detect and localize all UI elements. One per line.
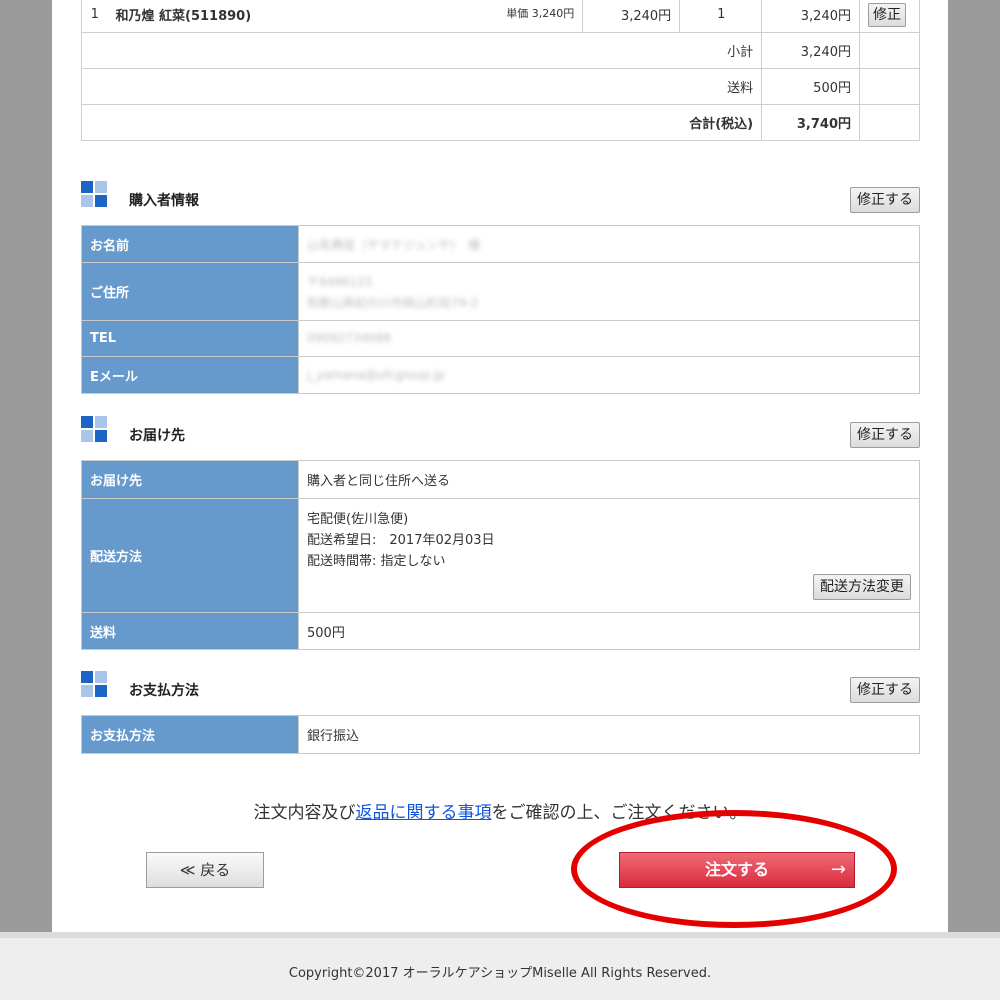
buyer-edit-button[interactable]: 修正する: [850, 187, 920, 213]
buyer-email-value: j_yamana@ufcgroup.jp: [307, 367, 445, 382]
cart-item-row: 1 和乃煌 紅菜(511890) 単価 3,240円 3,240円 1 3,24…: [81, 0, 920, 33]
item-edit-button[interactable]: 修正: [868, 2, 906, 27]
cart-table: 1 和乃煌 紅菜(511890) 単価 3,240円 3,240円 1 3,24…: [80, 0, 920, 141]
delivery-dest-value: 購入者と同じ住所へ送る: [298, 460, 920, 499]
delivery-section-header: お届け先 修正する: [81, 416, 920, 448]
arrow-right-icon: →: [830, 859, 846, 880]
delivery-table: お届け先 購入者と同じ住所へ送る 配送方法 宅配便(佐川急便) 配送希望日: 2…: [81, 460, 920, 650]
shipping-label: 送料: [80, 68, 763, 105]
delivery-edit-button[interactable]: 修正する: [850, 422, 920, 448]
buyer-row-name: お名前 山名典佳（ヤマナジュンヤ） 様: [81, 225, 920, 263]
payment-row: お支払方法 銀行振込: [81, 715, 920, 754]
buyer-section-header: 購入者情報 修正する: [81, 181, 920, 213]
copyright-text: Copyright©2017 オーラルケアショップMiselle All Rig…: [288, 966, 712, 981]
notice-prefix: 注文内容及び: [253, 803, 356, 823]
item-price: 3,240円: [582, 0, 681, 33]
buyer-section-title: 購入者情報: [129, 193, 199, 209]
item-qty: 1: [679, 0, 763, 33]
item-amount: 3,240円: [761, 0, 860, 33]
buyer-row-email: Eメール j_yamana@ufcgroup.jp: [81, 356, 920, 394]
delivery-time-line: 配送時間帯: 指定しない: [307, 554, 446, 569]
item-unit-price: 単価 3,240円: [476, 0, 584, 33]
subtotal-label: 小計: [80, 32, 763, 69]
buyer-table: お名前 山名典佳（ヤマナジュンヤ） 様 ご住所 〒6496125 和歌山県紀の川…: [81, 225, 920, 394]
delivery-date-line: 配送希望日: 2017年02月03日: [307, 533, 495, 548]
delivery-method-line: 宅配便(佐川急便): [307, 512, 409, 527]
payment-table: お支払方法 銀行振込: [81, 715, 920, 754]
buyer-postal-value: 〒6496125: [307, 274, 373, 289]
buyer-row-tel: TEL 09092734688: [81, 320, 920, 357]
subtotal-row: 小計 3,240円: [80, 32, 920, 69]
buyer-row-address: ご住所 〒6496125 和歌山県紀の川市桃山町段79-2: [81, 262, 920, 321]
delivery-fee-value: 500円: [298, 612, 920, 650]
item-index: 1: [81, 0, 108, 33]
payment-value: 銀行振込: [298, 715, 920, 754]
delivery-dest-label: お届け先: [81, 460, 299, 499]
total-row: 合計(税込) 3,740円: [80, 104, 920, 141]
item-name: 和乃煌 紅菜(511890): [107, 0, 477, 33]
back-button[interactable]: ≪ 戻る: [146, 852, 264, 888]
shipping-value: 500円: [761, 68, 860, 105]
delivery-row-method: 配送方法 宅配便(佐川急便) 配送希望日: 2017年02月03日 配送時間帯:…: [81, 498, 920, 613]
buyer-tel-value: 09092734688: [307, 331, 391, 345]
place-order-label: 注文する: [704, 860, 769, 879]
total-label: 合計(税込): [80, 104, 763, 141]
place-order-button[interactable]: 注文する →: [619, 852, 855, 888]
return-policy-link[interactable]: 返品に関する事項: [356, 803, 492, 823]
payment-edit-button[interactable]: 修正する: [850, 677, 920, 703]
buyer-address-label: ご住所: [81, 262, 299, 321]
buyer-name-value: 山名典佳（ヤマナジュンヤ） 様: [307, 237, 481, 252]
notice-suffix: をご確認の上、ご注文ください。: [491, 803, 747, 823]
payment-section-header: お支払方法 修正する: [81, 671, 920, 703]
item-edit-cell: 修正: [859, 0, 920, 33]
delivery-row-dest: お届け先 購入者と同じ住所へ送る: [81, 460, 920, 499]
delivery-fee-label: 送料: [81, 612, 299, 650]
buyer-email-label: Eメール: [81, 356, 299, 394]
buyer-address-value: 和歌山県紀の川市桃山町段79-2: [307, 295, 479, 310]
total-value: 3,740円: [761, 104, 860, 141]
delivery-section-title: お届け先: [129, 428, 185, 444]
buyer-tel-label: TEL: [81, 320, 299, 357]
buyer-name-label: お名前: [81, 225, 299, 263]
confirm-notice: 注文内容及び返品に関する事項をご確認の上、ご注文ください。: [0, 798, 1000, 823]
payment-label: お支払方法: [81, 715, 299, 754]
delivery-method-change-button[interactable]: 配送方法変更: [813, 574, 911, 600]
subtotal-value: 3,240円: [761, 32, 860, 69]
payment-section-title: お支払方法: [129, 683, 199, 699]
shipping-row: 送料 500円: [80, 68, 920, 105]
delivery-row-fee: 送料 500円: [81, 612, 920, 650]
delivery-method-label: 配送方法: [81, 498, 299, 613]
